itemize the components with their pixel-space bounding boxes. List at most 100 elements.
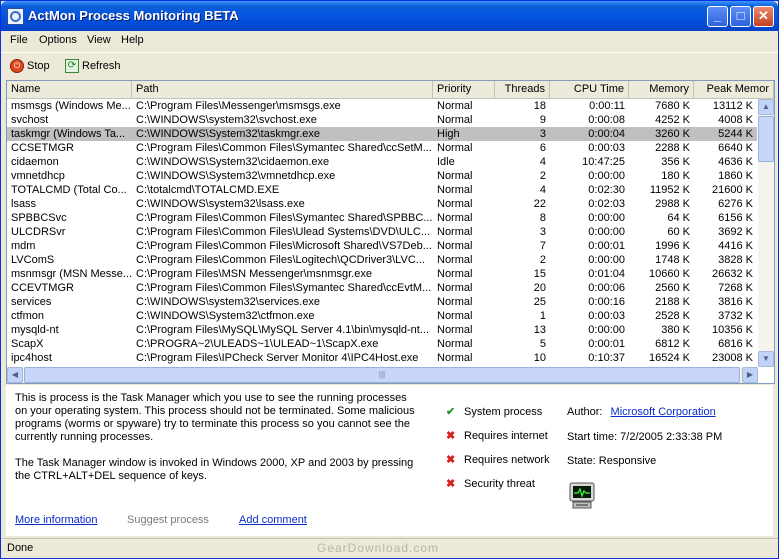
- horizontal-scrollbar[interactable]: ◀ ||| ▶: [7, 367, 758, 383]
- cell-threads: 25: [533, 296, 546, 308]
- cell-name: ULCDRSvr: [11, 226, 66, 238]
- vertical-scrollbar[interactable]: ▲ ▼: [758, 99, 774, 367]
- cell-memory: 7680 K: [655, 100, 690, 112]
- cell-memory: 1748 K: [655, 254, 690, 266]
- cell-threads: 2: [539, 170, 546, 182]
- cell-cpu-time: 0:00:06: [588, 282, 625, 294]
- column-header-cpu-time[interactable]: CPU Time: [550, 81, 629, 98]
- process-list[interactable]: Name Path Priority Threads CPU Time Memory Pea…: [6, 80, 775, 384]
- status-bar: Done GearDownload.com: [1, 538, 778, 558]
- cell-priority: Normal: [437, 338, 473, 350]
- table-row[interactable]: SPBBCSvc C:\Program Files\Common Files\Sy…: [7, 211, 757, 225]
- cell-priority: Normal: [437, 100, 473, 112]
- cell-memory: 6812 K: [655, 338, 690, 350]
- cell-priority: Idle: [437, 156, 455, 168]
- scroll-down-icon[interactable]: ▼: [758, 351, 774, 367]
- cell-memory: 180 K: [661, 170, 690, 182]
- table-row[interactable]: msnmsgr (MSN Messe... C:\Program Files\MS…: [7, 267, 757, 281]
- author-info: Author: Microsoft Corporation: [567, 406, 716, 418]
- column-header-priority[interactable]: Priority: [433, 81, 495, 98]
- table-row[interactable]: taskmgr (Windows Ta... C:\WINDOWS\System3…: [7, 127, 757, 141]
- menu-help[interactable]: Help: [121, 34, 144, 46]
- stop-button[interactable]: ⏻ Stop: [10, 57, 50, 75]
- cell-path: C:\Program Files\MSN Messenger\msnmsgr.e…: [136, 268, 372, 280]
- cross-icon: ✖: [446, 430, 456, 442]
- cell-threads: 6: [539, 142, 546, 154]
- process-details-panel: This is process is the Task Manager whic…: [6, 385, 773, 536]
- menu-file[interactable]: File: [10, 34, 28, 46]
- cell-peak-memory: 6276 K: [718, 198, 753, 210]
- close-button[interactable]: ✕: [753, 6, 774, 27]
- column-header-peak-memory[interactable]: Peak Memor: [694, 81, 774, 98]
- cell-peak-memory: 6156 K: [718, 212, 753, 224]
- table-row[interactable]: ScapX C:\PROGRA~2\ULEADS~1\ULEAD~1\ScapX.…: [7, 337, 757, 351]
- cell-priority: Normal: [437, 170, 473, 182]
- cell-threads: 4: [539, 184, 546, 196]
- table-row[interactable]: mysqld-nt C:\Program Files\MySQL\MySQL Se…: [7, 323, 757, 337]
- cell-path: C:\WINDOWS\System32\ctfmon.exe: [136, 310, 315, 322]
- table-row[interactable]: cidaemon C:\WINDOWS\System32\cidaemon.exe…: [7, 155, 757, 169]
- table-row[interactable]: CCSETMGR C:\Program Files\Common Files\Sy…: [7, 141, 757, 155]
- column-header-memory[interactable]: Memory: [629, 81, 694, 98]
- cell-path: C:\totalcmd\TOTALCMD.EXE: [136, 184, 280, 196]
- cell-priority: Normal: [437, 324, 473, 336]
- hscroll-thumb[interactable]: |||: [24, 367, 740, 383]
- scroll-right-icon[interactable]: ▶: [742, 367, 758, 383]
- author-link[interactable]: Microsoft Corporation: [611, 406, 716, 418]
- flag-requires-internet: ✖ Requires internet: [446, 429, 548, 443]
- table-row[interactable]: lsass C:\WINDOWS\system32\lsass.exe Normal…: [7, 197, 757, 211]
- refresh-label: Refresh: [82, 60, 121, 72]
- table-row[interactable]: mdm C:\Program Files\Common Files\Microso…: [7, 239, 757, 253]
- table-row[interactable]: vmnetdhcp C:\WINDOWS\System32\vmnetdhcp.e…: [7, 169, 757, 183]
- cell-path: C:\Program Files\Messenger\msmsgs.exe: [136, 100, 341, 112]
- table-row[interactable]: LVComS C:\Program Files\Common Files\Logi…: [7, 253, 757, 267]
- cell-cpu-time: 0:00:00: [588, 254, 625, 266]
- scroll-up-icon[interactable]: ▲: [758, 99, 774, 115]
- cell-priority: Normal: [437, 184, 473, 196]
- table-row[interactable]: ipc4host C:\Program Files\IPCheck Server …: [7, 351, 757, 365]
- table-row[interactable]: CCEVTMGR C:\Program Files\Common Files\Sy…: [7, 281, 757, 295]
- cell-threads: 13: [533, 324, 546, 336]
- menu-view[interactable]: View: [87, 34, 111, 46]
- cell-name: ScapX: [11, 338, 44, 350]
- cell-cpu-time: 0:00:00: [588, 226, 625, 238]
- cell-path: C:\Program Files\Common Files\Symantec S…: [136, 212, 433, 224]
- more-information-link[interactable]: More information: [15, 514, 98, 526]
- column-header-name[interactable]: Name: [7, 81, 132, 98]
- cell-cpu-time: 0:00:00: [588, 170, 625, 182]
- title-bar[interactable]: ActMon Process Monitoring BETA _ □ ✕: [1, 1, 778, 31]
- cell-cpu-time: 10:47:25: [582, 156, 625, 168]
- table-row[interactable]: ctfmon C:\WINDOWS\System32\ctfmon.exe Norm…: [7, 309, 757, 323]
- menu-options[interactable]: Options: [39, 34, 77, 46]
- table-row[interactable]: svchost C:\WINDOWS\system32\svchost.exe No…: [7, 113, 757, 127]
- add-comment-link[interactable]: Add comment: [239, 514, 307, 526]
- cell-cpu-time: 0:00:00: [588, 212, 625, 224]
- cell-memory: 10660 K: [649, 268, 690, 280]
- cell-name: services: [11, 296, 52, 308]
- scroll-thumb[interactable]: [758, 116, 774, 162]
- table-row[interactable]: TOTALCMD (Total Co... C:\totalcmd\TOTALCM…: [7, 183, 757, 197]
- column-header-path[interactable]: Path: [132, 81, 433, 98]
- cell-name: CCEVTMGR: [11, 282, 74, 294]
- cell-path: C:\WINDOWS\system32\services.exe: [136, 296, 320, 308]
- minimize-button[interactable]: _: [707, 6, 728, 27]
- cell-threads: 5: [539, 338, 546, 350]
- cell-priority: Normal: [437, 212, 473, 224]
- cell-memory: 2560 K: [655, 282, 690, 294]
- cell-name: ctfmon: [11, 310, 45, 322]
- cell-memory: 64 K: [667, 212, 690, 224]
- table-row[interactable]: ULCDRSvr C:\Program Files\Common Files\Ul…: [7, 225, 757, 239]
- suggest-process-link[interactable]: Suggest process: [127, 514, 209, 526]
- maximize-button[interactable]: □: [730, 6, 751, 27]
- cell-name: ipc4host: [11, 352, 52, 364]
- cell-peak-memory: 10356 K: [712, 324, 753, 336]
- flag-label: Security threat: [464, 477, 535, 490]
- refresh-button[interactable]: ⟳ Refresh: [65, 57, 121, 75]
- table-row[interactable]: msmsgs (Windows Me... C:\Program Files\Me…: [7, 99, 757, 113]
- flag-system-process: ✔ System process: [446, 405, 542, 419]
- table-row[interactable]: services C:\WINDOWS\system32\services.exe…: [7, 295, 757, 309]
- column-header-threads[interactable]: Threads: [495, 81, 550, 98]
- cell-name: msnmsgr (MSN Messe...: [11, 268, 132, 280]
- scroll-left-icon[interactable]: ◀: [7, 367, 23, 383]
- cell-threads: 15: [533, 268, 546, 280]
